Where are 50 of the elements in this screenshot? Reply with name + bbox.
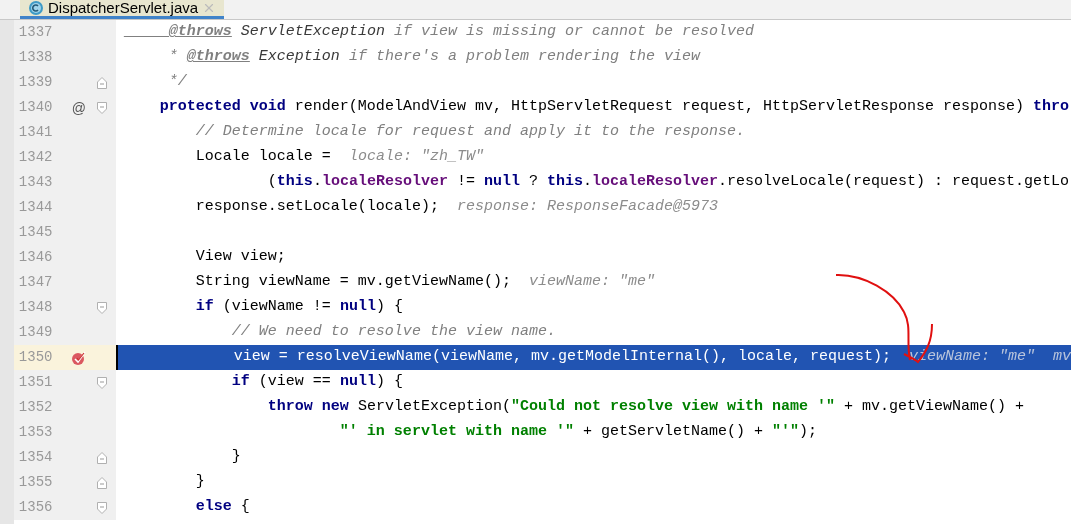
line-number: 1343 — [17, 173, 54, 192]
code-line: if (view == null) { — [230, 372, 404, 393]
line-number: 1355 — [17, 473, 54, 492]
fold-icon[interactable] — [96, 101, 107, 114]
code-line: } — [194, 472, 206, 493]
code-line: } — [230, 447, 242, 468]
editor-tab[interactable]: DispatcherServlet.java — [20, 0, 225, 19]
code-line: throw new ServletException("Could not resolve view with name '" + mv.getViewName() + — [266, 397, 1025, 418]
line-number: 1341 — [17, 123, 54, 142]
line-number: 1352 — [17, 398, 54, 417]
fold-icon[interactable] — [96, 451, 107, 464]
code-line: @throws ServletException if view is missing or cannot be resolved — [167, 22, 755, 43]
line-number: 1338 — [17, 48, 54, 67]
line-number: 1345 — [17, 223, 54, 242]
line-number: 1351 — [17, 373, 54, 392]
line-number: 1347 — [17, 273, 54, 292]
code-line: response.setLocale(locale); response: ResponseFacade@5973 — [194, 197, 719, 218]
line-number: 1349 — [17, 323, 54, 342]
breakpoint-icon[interactable] — [70, 349, 87, 366]
line-number: 1348 — [17, 298, 54, 317]
code-line: // Determine locale for request and apply it to the response. — [194, 122, 746, 143]
line-number: 1350 — [17, 348, 54, 367]
tab-label: DispatcherServlet.java — [48, 0, 199, 15]
line-number: 1346 — [17, 248, 54, 267]
line-number: 1356 — [17, 498, 54, 517]
code-line: * @throws Exception if there's a problem rendering the view — [167, 47, 702, 68]
code-line: Locale locale = locale: "zh_TW" — [194, 147, 485, 168]
class-file-icon — [28, 0, 44, 16]
code-line: if (viewName != null) { — [194, 297, 404, 318]
code-line: else { — [194, 497, 251, 518]
fold-icon[interactable] — [96, 76, 107, 89]
line-number: 1337 — [17, 23, 54, 42]
line-number: 1340 — [17, 98, 54, 117]
code-line: View view; — [194, 247, 287, 268]
fold-icon[interactable] — [96, 501, 107, 514]
code-line: */ — [167, 72, 188, 93]
line-number: 1353 — [17, 423, 54, 442]
line-number: 1339 — [17, 73, 54, 92]
code-line: protected void render(ModelAndView mv, HttpServletRequest request, HttpServletResponse response) thro — [158, 97, 1070, 118]
code-line: "' in servlet with name '" + getServletName() + "'"); — [338, 422, 818, 443]
override-marker[interactable]: @ — [71, 100, 86, 115]
line-number: 1344 — [17, 198, 54, 217]
code-line: (this.localeResolver != null ? this.localeResolver.resolveLocale(request) : request.getLo — [266, 172, 1071, 193]
code-line: String viewName = mv.getViewName(); viewName: "me" — [194, 272, 656, 293]
fold-icon[interactable] — [96, 476, 107, 489]
fold-icon[interactable] — [96, 376, 107, 389]
line-number: 1342 — [17, 148, 54, 167]
line-number: 1354 — [17, 448, 54, 467]
code-line: // We need to resolve the view name. — [230, 322, 557, 343]
fold-icon[interactable] — [96, 301, 107, 314]
